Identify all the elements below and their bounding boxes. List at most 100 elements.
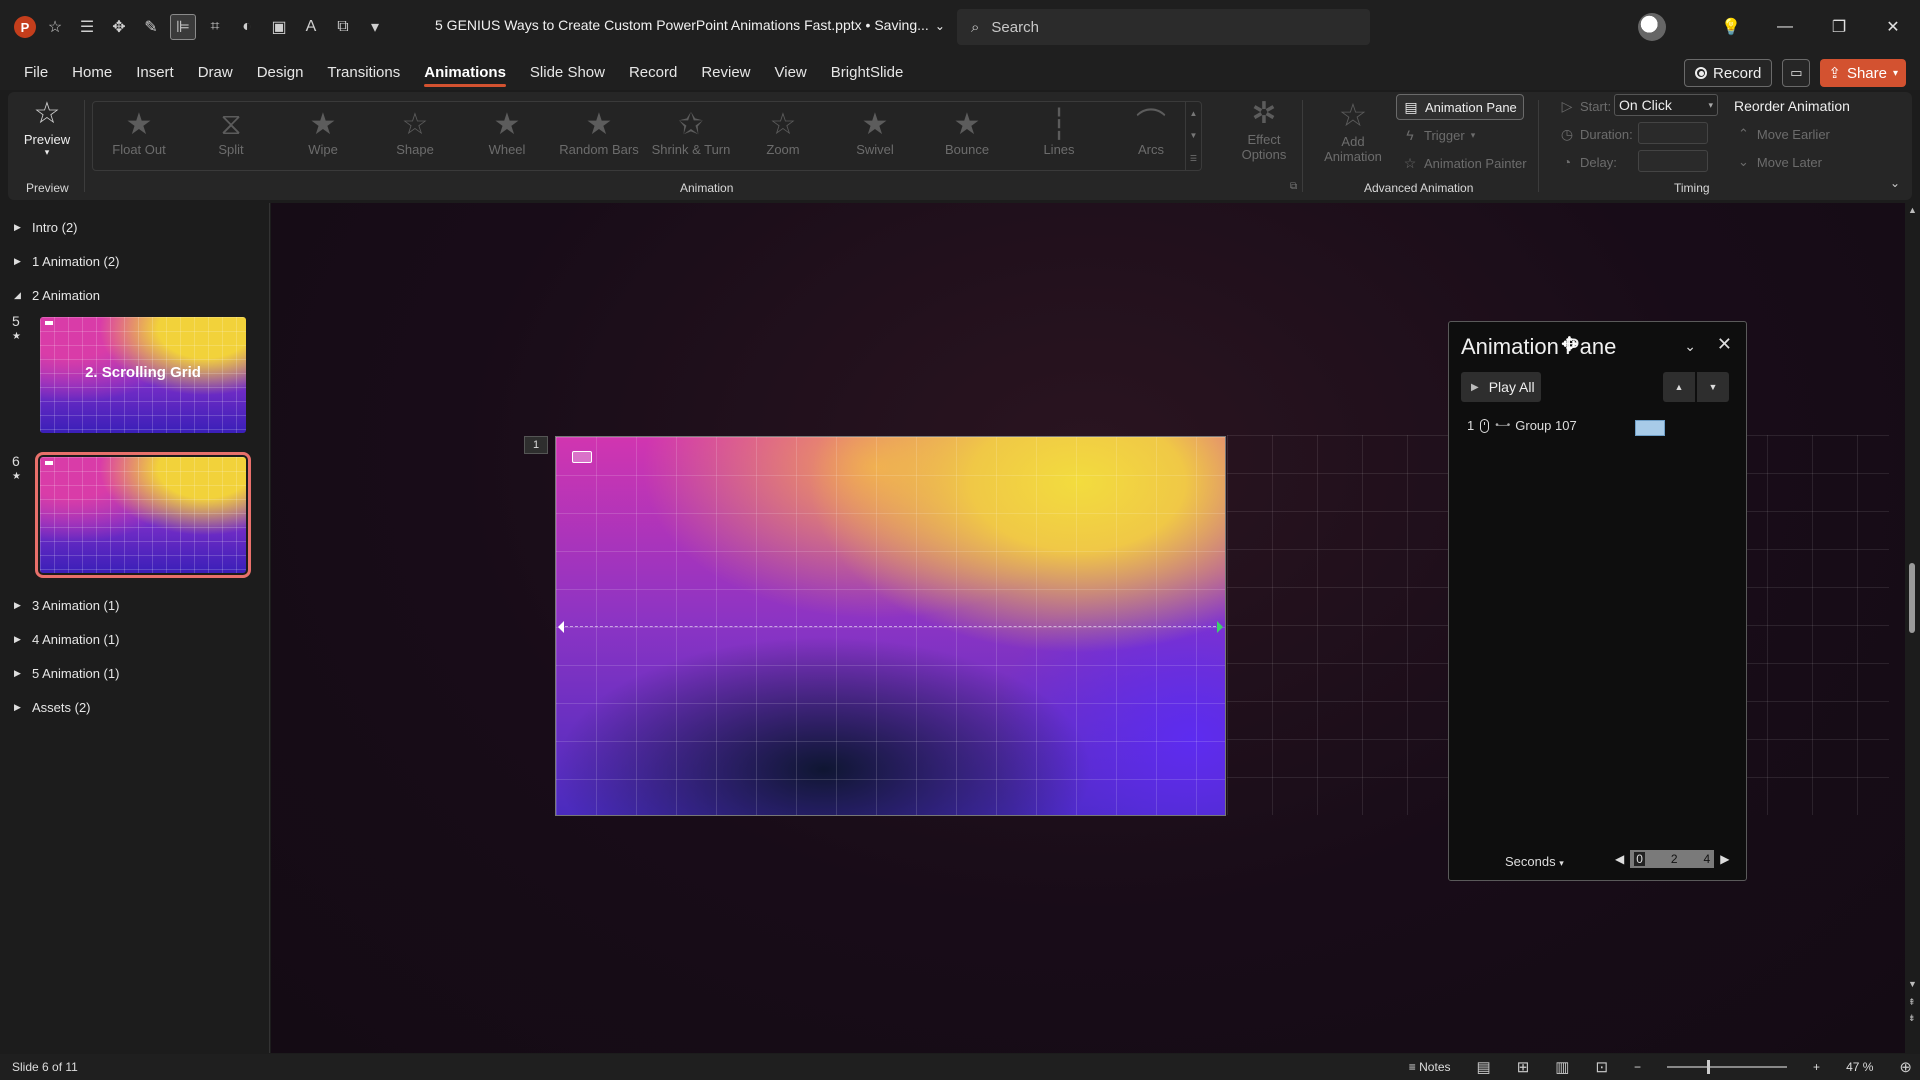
trigger-button[interactable]: ϟ Trigger ▾ xyxy=(1396,122,1481,148)
scroll-down-icon[interactable]: ▼ xyxy=(1908,979,1917,989)
move-up-button[interactable]: ▲ xyxy=(1663,372,1695,402)
minimize-button[interactable]: — xyxy=(1758,0,1812,54)
animation-order-badge[interactable]: 1 xyxy=(524,436,548,454)
scrollbar-thumb[interactable] xyxy=(1909,563,1915,633)
restore-button[interactable]: ❐ xyxy=(1812,0,1866,54)
scroll-left-icon[interactable]: ◀ xyxy=(1615,852,1624,866)
start-select[interactable]: On Click ▾ xyxy=(1614,94,1718,116)
section-intro[interactable]: ▶ Intro (2) xyxy=(14,220,78,235)
avatar[interactable] xyxy=(1638,13,1666,41)
gallery-item-shrink-turn[interactable]: ✩ Shrink & Turn xyxy=(645,102,737,170)
gallery-up-icon[interactable]: ▲ xyxy=(1190,109,1198,118)
zoom-slider[interactable] xyxy=(1667,1060,1788,1074)
pen-icon[interactable]: ✎ xyxy=(138,14,164,40)
duration-input[interactable] xyxy=(1638,122,1708,144)
move-icon[interactable]: ✥ xyxy=(106,14,132,40)
tab-slide-show[interactable]: Slide Show xyxy=(518,54,617,90)
animation-pane-button[interactable]: ▤ Animation Pane xyxy=(1396,94,1524,120)
gallery-item-zoom[interactable]: ☆ Zoom xyxy=(737,102,829,170)
tab-draw[interactable]: Draw xyxy=(186,54,245,90)
slide-thumbnail[interactable]: 2. Scrolling Grid xyxy=(40,317,246,433)
search-input[interactable]: ⌕ Search xyxy=(957,9,1370,45)
play-all-button[interactable]: ▶ Play All xyxy=(1461,372,1541,402)
gallery-more-icon[interactable]: ☰ xyxy=(1190,154,1197,163)
arrange-icon[interactable]: ⧉ xyxy=(330,14,356,40)
gallery-item-float-out[interactable]: ★ Float Out xyxy=(93,102,185,170)
pane-options-chevron-icon[interactable]: ⌄ xyxy=(1684,338,1696,355)
tab-record[interactable]: Record xyxy=(617,54,689,90)
gallery-item-swivel[interactable]: ★ Swivel xyxy=(829,102,921,170)
motion-path[interactable] xyxy=(560,626,1221,627)
favorite-star-icon[interactable]: ☆ xyxy=(42,14,68,40)
tab-insert[interactable]: Insert xyxy=(124,54,186,90)
section-assets[interactable]: ▶ Assets (2) xyxy=(14,700,91,715)
tab-view[interactable]: View xyxy=(763,54,819,90)
animation-list-item[interactable]: 1 •—• Group 107 xyxy=(1467,418,1577,433)
close-window-button[interactable]: ✕ xyxy=(1866,0,1920,54)
text-icon[interactable]: A xyxy=(298,14,324,40)
gallery-down-icon[interactable]: ▼ xyxy=(1190,131,1198,140)
normal-view-icon[interactable]: ▤ xyxy=(1477,1058,1491,1076)
vertical-scrollbar[interactable]: ▲ ▼ ⇞ ⇟ xyxy=(1905,203,1920,1029)
zoom-level[interactable]: 47 % xyxy=(1846,1060,1873,1074)
zoom-out-button[interactable]: − xyxy=(1634,1060,1641,1074)
section-3-animation[interactable]: ▶ 3 Animation (1) xyxy=(14,598,119,613)
reading-view-icon[interactable]: ▥ xyxy=(1555,1058,1569,1076)
slide-thumbnail-selected[interactable] xyxy=(35,452,251,578)
section-2-animation[interactable]: ◢ 2 Animation xyxy=(14,288,100,303)
comments-button[interactable]: ▭ xyxy=(1782,59,1811,87)
collapse-ribbon-icon[interactable]: ⌄ xyxy=(1890,176,1900,190)
gallery-item-wheel[interactable]: ★ Wheel xyxy=(461,102,553,170)
tab-animations[interactable]: Animations xyxy=(412,54,518,90)
slide[interactable] xyxy=(555,436,1226,816)
zoom-in-button[interactable]: + xyxy=(1813,1060,1820,1074)
gallery-item-wipe[interactable]: ★ Wipe xyxy=(277,102,369,170)
animation-painter-button[interactable]: ☆ Animation Painter xyxy=(1396,150,1533,176)
tab-file[interactable]: File xyxy=(0,54,60,90)
tab-brightslide[interactable]: BrightSlide xyxy=(819,54,916,90)
close-pane-button[interactable]: ✕ xyxy=(1717,334,1732,355)
previous-slide-icon[interactable]: ⇞ xyxy=(1908,997,1916,1008)
preview-button[interactable]: ☆ Preview ▾ xyxy=(20,96,74,158)
effect-options-button[interactable]: ✲ Effect Options xyxy=(1234,96,1294,162)
section-1-animation[interactable]: ▶ 1 Animation (2) xyxy=(14,254,119,269)
slideshow-icon[interactable]: ⊡ xyxy=(1595,1058,1608,1076)
section-4-animation[interactable]: ▶ 4 Animation (1) xyxy=(14,632,119,647)
customize-qat-icon[interactable]: ▾ xyxy=(362,14,388,40)
slide-sorter-icon[interactable]: ⊞ xyxy=(1517,1058,1530,1076)
crop-icon[interactable]: ⌗ xyxy=(202,14,228,40)
gallery-item-arcs[interactable]: ⌒ Arcs xyxy=(1105,102,1197,170)
motion-path-start-handle[interactable] xyxy=(558,621,564,633)
add-animation-button[interactable]: ☆ Add Animation xyxy=(1312,96,1394,164)
tab-transitions[interactable]: Transitions xyxy=(315,54,412,90)
tab-design[interactable]: Design xyxy=(245,54,316,90)
scroll-up-icon[interactable]: ▲ xyxy=(1908,205,1917,215)
section-5-animation[interactable]: ▶ 5 Animation (1) xyxy=(14,666,119,681)
move-earlier-button[interactable]: ⌃ Move Earlier xyxy=(1738,126,1830,142)
align-icon[interactable]: ⊫ xyxy=(170,14,196,40)
fit-to-window-icon[interactable]: ⊕ xyxy=(1899,1058,1912,1076)
tab-home[interactable]: Home xyxy=(60,54,124,90)
notes-button[interactable]: ≡ Notes xyxy=(1409,1060,1451,1074)
shapes-icon[interactable]: ◐ xyxy=(234,14,260,40)
move-later-button[interactable]: ⌄ Move Later xyxy=(1738,154,1822,170)
record-button[interactable]: Record xyxy=(1684,59,1773,87)
move-down-button[interactable]: ▼ xyxy=(1697,372,1729,402)
picture-icon[interactable]: ▣ xyxy=(266,14,292,40)
tab-review[interactable]: Review xyxy=(689,54,762,90)
next-slide-icon[interactable]: ⇟ xyxy=(1908,1013,1916,1024)
dialog-launcher-icon[interactable]: ⧉ xyxy=(1290,181,1297,192)
gallery-scrollbar[interactable]: ▲ ▼ ☰ xyxy=(1185,102,1201,170)
gallery-item-shape[interactable]: ☆ Shape xyxy=(369,102,461,170)
units-dropdown[interactable]: Seconds ▾ xyxy=(1505,854,1564,869)
gallery-item-split[interactable]: ⧖ Split xyxy=(185,102,277,170)
move-cursor-icon[interactable]: ✥ xyxy=(1561,332,1578,357)
share-button[interactable]: ⇪ Share ▾ xyxy=(1820,59,1906,87)
list-icon[interactable]: ☰ xyxy=(74,14,100,40)
gallery-item-random-bars[interactable]: ★ Random Bars xyxy=(553,102,645,170)
lightbulb-icon[interactable]: 💡 xyxy=(1704,0,1758,54)
gallery-item-bounce[interactable]: ★ Bounce xyxy=(921,102,1013,170)
timeline-bar[interactable] xyxy=(1635,420,1665,436)
gallery-item-lines[interactable]: ┆ Lines xyxy=(1013,102,1105,170)
motion-path-end-handle[interactable] xyxy=(1217,621,1223,633)
